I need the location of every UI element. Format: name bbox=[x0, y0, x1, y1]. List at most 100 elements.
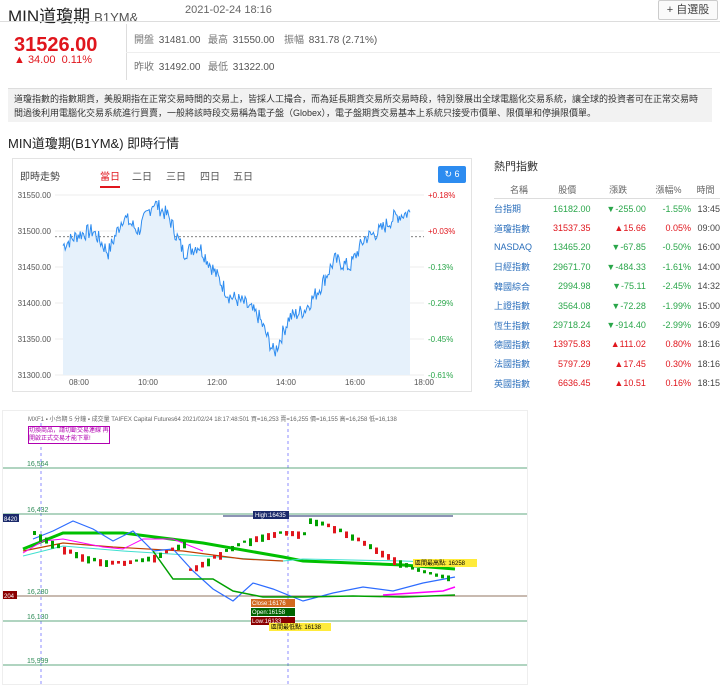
candle bbox=[81, 554, 84, 562]
table-row[interactable]: 恆生指數 29718.24 ▼-914.40 -2.99% 16:09 bbox=[494, 315, 720, 334]
col-price: 股價 bbox=[544, 180, 591, 199]
index-time: 13:45 bbox=[697, 203, 720, 214]
table-row[interactable]: 英國指數 6636.45 ▲10.51 0.16% 18:15 bbox=[494, 374, 720, 393]
candle bbox=[51, 540, 54, 549]
candle bbox=[195, 565, 198, 572]
tab-day2[interactable]: 二日 bbox=[132, 168, 152, 183]
index-pct: 0.16% bbox=[665, 378, 692, 389]
index-name-link[interactable]: 英國指數 bbox=[494, 374, 544, 393]
index-name-link[interactable]: 台指期 bbox=[494, 199, 544, 219]
high-tag-text: High:16435 bbox=[255, 513, 286, 519]
table-row[interactable]: 法國指數 5797.29 ▲17.45 0.30% 18:16 bbox=[494, 354, 720, 373]
index-change: ▼-484.33 bbox=[606, 261, 646, 272]
index-pct: -2.99% bbox=[662, 320, 692, 331]
candle bbox=[393, 557, 396, 566]
candle bbox=[45, 537, 48, 544]
index-change: ▼-72.28 bbox=[611, 300, 646, 311]
candle bbox=[243, 540, 246, 543]
candle bbox=[183, 541, 186, 549]
candle bbox=[273, 532, 276, 538]
kline-toolbar: MXF1 ▪ 小台期 5 分鐘 ▪ 成交量 TAIFEX Capital Fut… bbox=[28, 417, 397, 423]
tab-day5[interactable]: 五日 bbox=[233, 168, 253, 183]
candle bbox=[417, 568, 420, 572]
index-name-link[interactable]: 恆生指數 bbox=[494, 315, 544, 334]
candle bbox=[117, 560, 120, 564]
candle bbox=[237, 543, 240, 547]
candle bbox=[297, 531, 300, 539]
high-value: 31550.00 bbox=[232, 35, 275, 46]
change-value: ▲ 34.00 bbox=[14, 54, 56, 66]
index-change: ▼-75.11 bbox=[612, 281, 646, 292]
candle bbox=[339, 528, 342, 533]
index-name-link[interactable]: 日經指數 bbox=[494, 257, 544, 276]
futures-kline-chart: 16,564 16,432 16,280 16,130 15,999 8420 204 Hig… bbox=[2, 410, 528, 685]
page-title: MIN道瓊期 B1YM& bbox=[8, 2, 138, 27]
candle bbox=[315, 519, 318, 527]
tab-day3[interactable]: 三日 bbox=[166, 168, 186, 183]
index-change: ▲15.66 bbox=[614, 223, 646, 234]
candle bbox=[333, 526, 336, 534]
candle bbox=[141, 558, 144, 563]
candle bbox=[171, 547, 174, 551]
index-change: ▼-67.85 bbox=[611, 242, 646, 253]
candle bbox=[63, 546, 66, 555]
table-row[interactable]: 台指期 16182.00 ▼-255.00 -1.55% 13:45 bbox=[494, 199, 720, 219]
table-row[interactable]: 日經指數 29671.70 ▼-484.33 -1.61% 14:00 bbox=[494, 257, 720, 276]
index-pct: -1.55% bbox=[662, 203, 692, 214]
pct-tick-label: +0.03% bbox=[428, 227, 455, 236]
add-watchlist-button[interactable]: + 自選股 bbox=[658, 0, 718, 20]
candle bbox=[249, 538, 252, 547]
candle bbox=[405, 563, 408, 568]
refresh-button[interactable]: ↻ 6 bbox=[438, 166, 466, 183]
table-row[interactable]: NASDAQ 13465.20 ▼-67.85 -0.50% 16:00 bbox=[494, 238, 720, 257]
index-price: 5797.29 bbox=[557, 358, 591, 369]
price-area bbox=[63, 200, 410, 375]
index-name-link[interactable]: NASDAQ bbox=[494, 238, 544, 257]
candle bbox=[153, 554, 156, 563]
tab-day4[interactable]: 四日 bbox=[200, 168, 220, 183]
candle bbox=[75, 552, 78, 559]
x-tick-label: 12:00 bbox=[207, 378, 228, 387]
table-row[interactable]: 道瓊指數 31537.35 ▲15.66 0.05% 09:00 bbox=[494, 218, 720, 237]
index-name-link[interactable]: 德國指數 bbox=[494, 335, 544, 354]
candle bbox=[357, 537, 360, 542]
index-price: 13465.20 bbox=[552, 242, 591, 253]
close-tag-text: Close:16176 bbox=[252, 601, 286, 607]
candle bbox=[87, 556, 90, 564]
candle bbox=[375, 547, 378, 554]
index-pct: 0.05% bbox=[665, 223, 692, 234]
y-level-label: 16,432 bbox=[27, 507, 49, 514]
header-divider bbox=[0, 21, 720, 22]
left-price-tag-text: 204 bbox=[4, 594, 15, 600]
candle bbox=[429, 572, 432, 575]
index-name-link[interactable]: 道瓊指數 bbox=[494, 218, 544, 237]
index-time: 18:15 bbox=[697, 378, 720, 389]
index-time: 16:00 bbox=[697, 242, 720, 253]
candle bbox=[147, 556, 150, 562]
candle bbox=[255, 536, 258, 543]
table-row[interactable]: 德國指數 13975.83 ▲111.02 0.80% 18:16 bbox=[494, 335, 720, 354]
candle bbox=[189, 568, 192, 571]
table-row[interactable]: 韓國綜合 2994.98 ▼-75.11 -2.45% 14:32 bbox=[494, 277, 720, 296]
y-tick-label: 31500.00 bbox=[18, 227, 52, 236]
hot-indices-title: 熱門指數 bbox=[494, 161, 538, 173]
candle bbox=[39, 534, 42, 542]
candle bbox=[435, 573, 438, 577]
index-time: 18:16 bbox=[697, 339, 720, 350]
index-price: 16182.00 bbox=[552, 203, 591, 214]
pct-tick-label: -0.29% bbox=[428, 299, 453, 308]
index-time: 16:09 bbox=[697, 320, 720, 331]
index-name-link[interactable]: 上證指數 bbox=[494, 296, 544, 315]
y-tick-label: 31450.00 bbox=[18, 263, 52, 272]
candle bbox=[159, 552, 162, 559]
index-pct: -2.45% bbox=[662, 281, 692, 292]
section-title: MIN道瓊期(B1YM&) 即時行情 bbox=[8, 136, 180, 151]
index-name-link[interactable]: 法國指數 bbox=[494, 354, 544, 373]
quote-datetime: 2021-02-24 18:16 bbox=[185, 4, 272, 16]
index-name-link[interactable]: 韓國綜合 bbox=[494, 277, 544, 296]
candle bbox=[327, 523, 330, 528]
table-row[interactable]: 上證指數 3564.08 ▼-72.28 -1.99% 15:00 bbox=[494, 296, 720, 315]
index-change: ▲111.02 bbox=[610, 339, 646, 350]
index-price: 29718.24 bbox=[552, 320, 591, 331]
high-label: 最高 bbox=[208, 35, 228, 46]
